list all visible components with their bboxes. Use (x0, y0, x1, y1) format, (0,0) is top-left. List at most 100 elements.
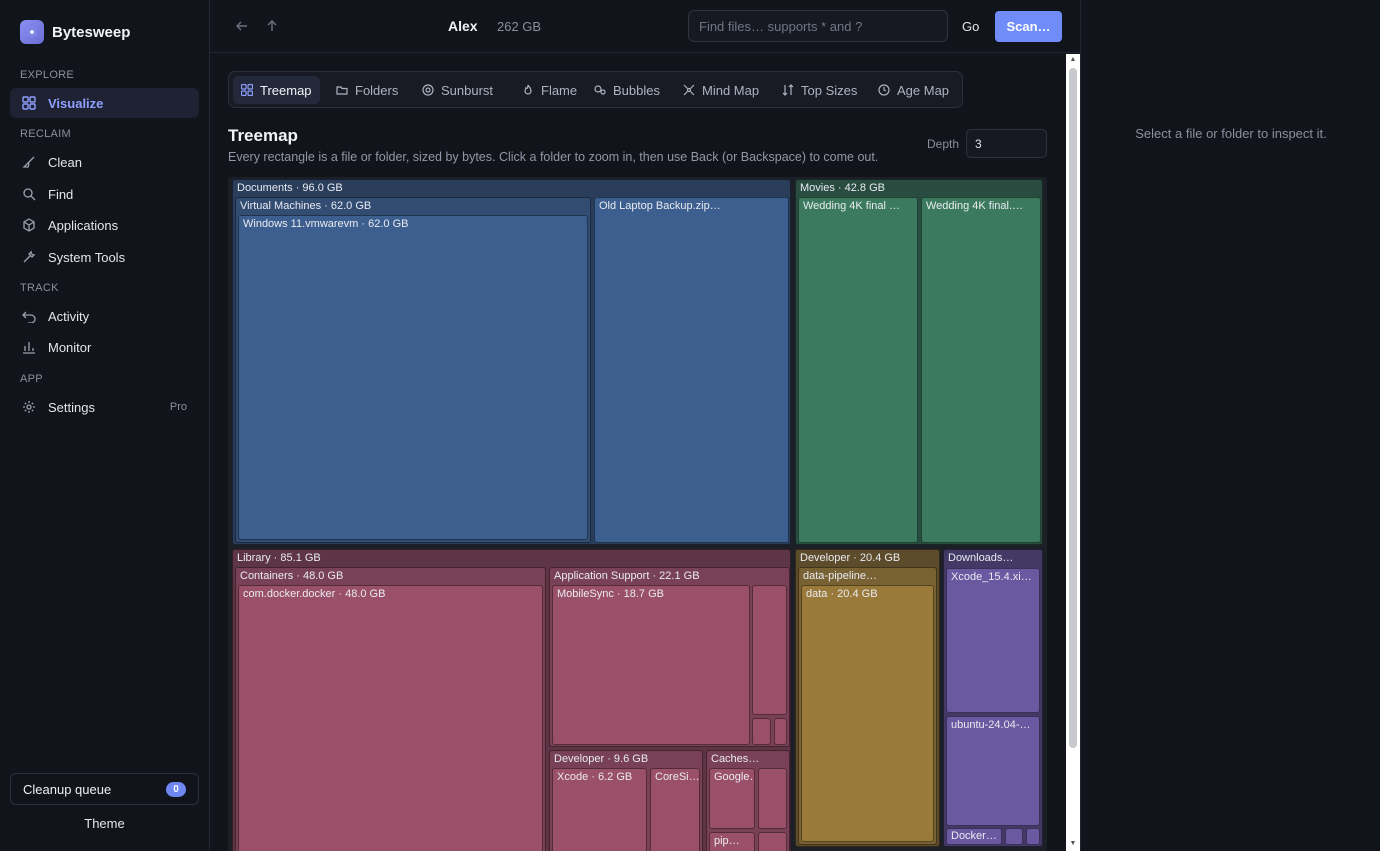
breadcrumb-user[interactable]: Alex (448, 18, 478, 34)
treemap-item-small[interactable] (774, 718, 787, 745)
tab-label: Bubbles (613, 82, 660, 98)
depth-input[interactable] (966, 129, 1047, 158)
treemap-label: data-pipeline… (803, 570, 877, 582)
sidebar-item-label: Settings (48, 399, 95, 415)
treemap-folder-mobilesync[interactable]: MobileSync · 18.7 GB (552, 585, 750, 745)
treemap-item-small[interactable] (752, 718, 771, 745)
brand[interactable]: Bytesweep (20, 20, 130, 44)
treemap-label: Caches… (711, 753, 760, 765)
depth-label: Depth (927, 137, 960, 151)
scrollbar-thumb[interactable] (1069, 68, 1077, 748)
bar-chart-icon (23, 342, 35, 354)
tab-flame[interactable]: Flame (514, 76, 585, 104)
treemap-file-wedding-1[interactable]: Wedding 4K final … (798, 197, 918, 543)
tab-top-sizes[interactable]: Top Sizes (774, 76, 865, 104)
treemap-folder-pip[interactable]: pip… (709, 832, 755, 851)
treemap-folder-google[interactable]: Google… (709, 768, 755, 829)
sidebar-item-visualize[interactable]: Visualize (10, 88, 199, 118)
sort-icon (782, 84, 794, 96)
treemap-item-small[interactable] (758, 832, 787, 851)
tab-bubbles[interactable]: Bubbles (586, 76, 668, 104)
treemap-label: Docker… (951, 830, 997, 842)
section-label-app: APP (20, 373, 43, 385)
tab-age-map[interactable]: Age Map (870, 76, 957, 104)
cleanup-queue-button[interactable]: Cleanup queue 0 (10, 773, 199, 805)
sidebar-item-monitor[interactable]: Monitor (10, 332, 199, 362)
main-scrollbar[interactable]: ▲ ▼ (1066, 54, 1080, 851)
treemap-label: MobileSync · 18.7 GB (557, 588, 664, 600)
sidebar-item-label: System Tools (48, 249, 126, 265)
cleanup-queue-label: Cleanup queue (23, 781, 112, 797)
bubbles-icon (594, 85, 606, 95)
sidebar-item-clean[interactable]: Clean (10, 147, 199, 177)
treemap-folder-xcode[interactable]: Xcode · 6.2 GB (552, 768, 647, 851)
treemap-label: Containers · 48.0 GB (240, 570, 344, 582)
sidebar-item-label: Find (48, 186, 74, 202)
sidebar-item-activity[interactable]: Activity (10, 301, 199, 331)
sidebar-item-label: Visualize (48, 95, 104, 111)
treemap-label: Movies · 42.8 GB (800, 182, 885, 194)
treemap: Documents · 96.0 GB Virtual Machines · 6… (228, 177, 1047, 851)
treemap-label: data · 20.4 GB (806, 588, 878, 600)
mindmap-icon (683, 84, 695, 96)
search-icon (23, 188, 36, 201)
treemap-item-small[interactable] (1026, 828, 1040, 845)
search-input[interactable] (688, 10, 948, 42)
clock-icon (878, 84, 890, 96)
topbar: Alex 262 GB Go Scan… (210, 0, 1080, 53)
tab-folders[interactable]: Folders (328, 76, 406, 104)
treemap-label: Wedding 4K final … (803, 200, 901, 212)
scroll-up-icon[interactable]: ▲ (1069, 56, 1077, 63)
main-content: Treemap Folders Sunburst Flame Bubbles M… (210, 54, 1066, 851)
package-icon (23, 218, 35, 232)
up-arrow-icon[interactable] (264, 18, 280, 34)
grid-icon (241, 84, 253, 96)
sidebar-item-applications[interactable]: Applications (10, 210, 199, 240)
folder-icon (336, 86, 348, 95)
tab-label: Treemap (260, 82, 312, 98)
treemap-label: Downloads… (948, 552, 1014, 564)
treemap-label: ubuntu-24.04-… (951, 719, 1031, 731)
treemap-file-xcode-xip[interactable]: Xcode_15.4.xi… (946, 568, 1040, 713)
treemap-file-wedding-2[interactable]: Wedding 4K final.… (921, 197, 1041, 543)
app-name: Bytesweep (52, 23, 131, 41)
treemap-folder-data[interactable]: data · 20.4 GB (801, 585, 934, 842)
cleanup-queue-count: 0 (166, 782, 186, 797)
treemap-label: Documents · 96.0 GB (237, 182, 343, 194)
treemap-folder-docker[interactable]: com.docker.docker · 48.0 GB (238, 585, 543, 851)
theme-toggle[interactable]: Theme (0, 816, 209, 831)
go-button[interactable]: Go (962, 19, 979, 34)
treemap-label: com.docker.docker · 48.0 GB (243, 588, 386, 600)
grid-icon (22, 96, 36, 110)
sidebar-item-label: Activity (48, 308, 90, 324)
treemap-item-small[interactable] (752, 585, 787, 715)
treemap-file-docker-dmg[interactable]: Docker… (946, 828, 1002, 845)
tab-sunburst[interactable]: Sunburst (414, 76, 501, 104)
treemap-item-small[interactable] (758, 768, 787, 829)
view-tabs: Treemap Folders Sunburst Flame Bubbles M… (228, 71, 963, 108)
treemap-file-old-laptop-backup[interactable]: Old Laptop Backup.zip… (594, 197, 789, 543)
scroll-down-icon[interactable]: ▼ (1069, 840, 1077, 847)
treemap-item-small[interactable] (1005, 828, 1023, 845)
tools-icon (23, 250, 36, 263)
tab-treemap[interactable]: Treemap (233, 76, 320, 104)
treemap-file-windows-vm[interactable]: Windows 11.vmwarevm · 62.0 GB (238, 215, 588, 540)
sidebar-item-find[interactable]: Find (10, 179, 199, 209)
sidebar-item-system-tools[interactable]: System Tools (10, 242, 199, 272)
tab-mind-map[interactable]: Mind Map (675, 76, 767, 104)
sidebar-item-label: Clean (48, 154, 82, 170)
treemap-file-ubuntu-iso[interactable]: ubuntu-24.04-… (946, 716, 1040, 826)
tab-label: Folders (355, 82, 399, 98)
sidebar-item-settings[interactable]: Settings Pro (10, 392, 199, 422)
treemap-label: Xcode · 6.2 GB (557, 771, 633, 783)
tab-label: Sunburst (441, 82, 494, 98)
treemap-label: Developer · 9.6 GB (554, 753, 649, 765)
treemap-label: Old Laptop Backup.zip… (599, 200, 721, 212)
treemap-label: pip… (714, 835, 740, 847)
scan-button[interactable]: Scan… (995, 11, 1062, 42)
total-size: 262 GB (497, 19, 542, 34)
back-arrow-icon[interactable] (234, 18, 250, 34)
treemap-folder-coresimulator[interactable]: CoreSi… (650, 768, 700, 851)
treemap-label: CoreSi… (655, 771, 700, 783)
pro-badge: Pro (169, 401, 187, 413)
